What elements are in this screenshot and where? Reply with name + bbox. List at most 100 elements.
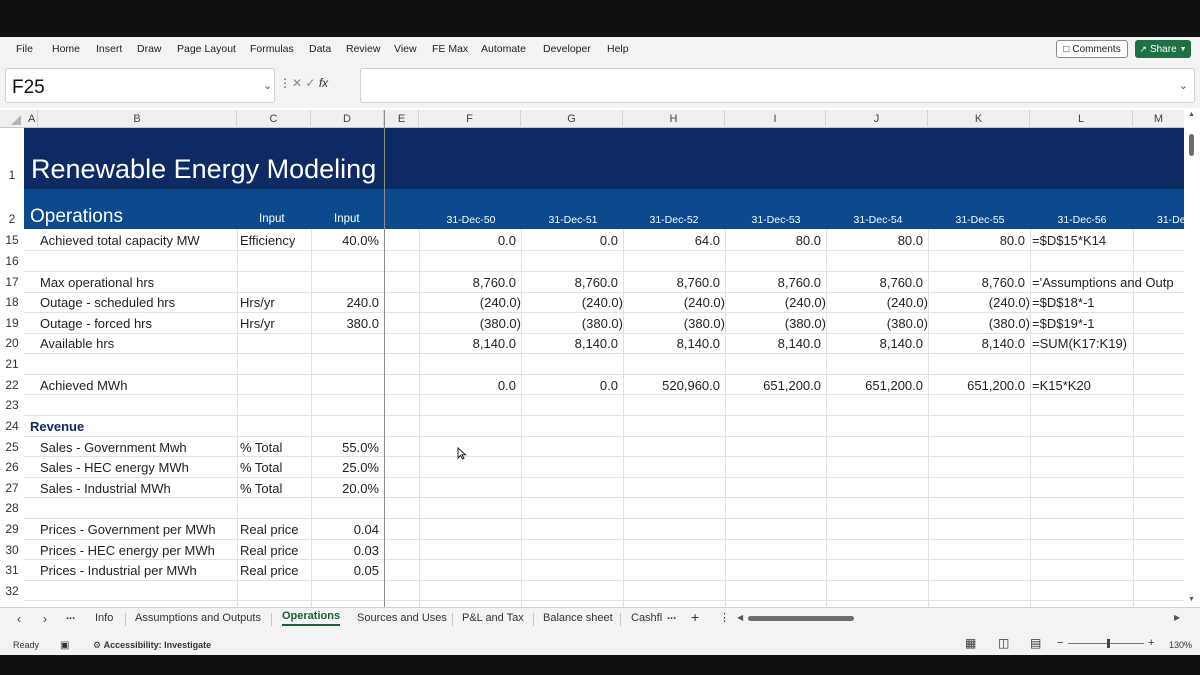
accessibility-status[interactable]: ⚙ Accessibility: Investigate [93,640,211,651]
row-header[interactable]: 28 [0,501,24,515]
row-unit[interactable]: Efficiency [240,233,295,248]
column-header-m[interactable]: M [1133,110,1184,128]
column-header-e[interactable]: E [385,110,419,128]
value-cell[interactable]: 8,140.0 [826,336,923,351]
row-header[interactable]: 17 [0,275,24,289]
value-cell[interactable]: 651,200.0 [725,378,821,393]
row-label[interactable]: Prices - HEC energy per MWh [40,543,215,558]
value-cell[interactable]: (240.0) [419,295,521,310]
row-header[interactable]: 24 [0,419,24,433]
row-header[interactable]: 22 [0,378,24,392]
tab-operations[interactable]: Operations [282,610,341,626]
formula-input[interactable]: ⌄ [360,68,1195,103]
value-cell[interactable]: 0.0 [419,233,516,248]
value-cell[interactable]: 8,760.0 [725,275,821,290]
selected-cell-f25[interactable] [419,436,521,457]
row-header[interactable]: 30 [0,543,24,557]
vertical-scrollbar[interactable]: ▲ ▼ [1184,110,1200,607]
row-label[interactable]: Max operational hrs [40,275,154,290]
value-cell[interactable]: (240.0) [521,295,623,310]
value-cell[interactable]: 8,760.0 [419,275,516,290]
row-label[interactable]: Achieved total capacity MW [40,233,200,248]
row-header[interactable]: 21 [0,357,24,371]
menu-developer[interactable]: Developer [543,43,591,55]
row-header[interactable]: 31 [0,563,24,577]
row-label[interactable]: Outage - scheduled hrs [40,295,175,310]
value-cell[interactable]: 651,200.0 [826,378,923,393]
hscroll-left-icon[interactable]: ◀ [737,613,743,622]
tab-overflow-right[interactable]: ... [667,610,676,622]
value-cell[interactable]: 64.0 [623,233,720,248]
tab-pl-and-tax[interactable]: P&L and Tax [462,612,524,624]
enter-icon[interactable]: ✓ [305,76,315,90]
value-cell[interactable]: 8,140.0 [521,336,618,351]
zoom-in-button[interactable]: + [1148,637,1154,649]
tab-scroll-right-icon[interactable]: › [43,612,47,626]
value-cell[interactable]: 80.0 [928,233,1025,248]
menu-help[interactable]: Help [607,43,629,55]
formula-cell[interactable]: =$D$15*K14 [1032,233,1106,248]
revenue-heading[interactable]: Revenue [30,419,84,434]
select-all-corner[interactable] [0,110,24,128]
cancel-icon[interactable]: ✕ [292,76,302,90]
tab-scroll-left-icon[interactable]: ‹ [17,612,21,626]
value-cell[interactable]: 0.0 [521,378,618,393]
menu-home[interactable]: Home [52,43,80,55]
column-header-b[interactable]: B [38,110,237,128]
zoom-level[interactable]: 130% [1169,640,1192,650]
chevron-down-icon[interactable]: ⌄ [263,79,272,92]
value-cell[interactable]: 8,760.0 [623,275,720,290]
value-cell[interactable]: (380.0) [623,316,725,331]
more-options-icon[interactable]: ⋮ [719,611,730,624]
row-input[interactable]: 55.0% [311,440,379,455]
row-header[interactable]: 27 [0,481,24,495]
formula-cell[interactable]: ='Assumptions and Outp [1032,275,1184,290]
row-unit[interactable]: Real price [240,563,299,578]
value-cell[interactable]: (380.0) [725,316,826,331]
row-header[interactable]: 25 [0,440,24,454]
row-unit[interactable]: Real price [240,543,299,558]
formula-cell[interactable]: =K15*K20 [1032,378,1091,393]
value-cell[interactable]: 0.0 [419,378,516,393]
row-unit[interactable]: Real price [240,522,299,537]
row-unit[interactable]: % Total [240,440,282,455]
row-input[interactable]: 20.0% [311,481,379,496]
column-header-d[interactable]: D [311,110,384,128]
zoom-out-button[interactable]: − [1057,637,1063,649]
menu-insert[interactable]: Insert [96,43,122,55]
zoom-slider[interactable] [1068,643,1144,644]
macro-record-icon[interactable]: ▣ [60,640,69,651]
vertical-scroll-thumb[interactable] [1189,134,1194,156]
row-label[interactable]: Sales - Industrial MWh [40,481,171,496]
value-cell[interactable]: 8,140.0 [725,336,821,351]
row-header[interactable]: 1 [0,168,24,182]
value-cell[interactable]: (240.0) [826,295,928,310]
row-input[interactable]: 0.03 [311,543,379,558]
menu-fe-max[interactable]: FE Max [432,43,468,55]
row-header[interactable]: 16 [0,254,24,268]
expand-formula-icon[interactable]: ⌄ [1179,79,1188,92]
share-button[interactable]: ↗ Share ▼ [1135,40,1191,58]
comments-button[interactable]: □ Comments [1056,40,1128,58]
menu-data[interactable]: Data [309,43,331,55]
column-header-j[interactable]: J [826,110,928,128]
row-header[interactable]: 26 [0,460,24,474]
value-cell[interactable]: 8,140.0 [928,336,1025,351]
value-cell[interactable]: 8,760.0 [826,275,923,290]
value-cell[interactable]: 8,760.0 [928,275,1025,290]
value-cell[interactable]: 8,140.0 [419,336,516,351]
row-input[interactable]: 25.0% [311,460,379,475]
row-header[interactable]: 19 [0,316,24,330]
value-cell[interactable]: 80.0 [725,233,821,248]
zoom-slider-knob[interactable] [1107,639,1110,648]
page-layout-view-icon[interactable]: ◫ [998,636,1009,650]
tab-info[interactable]: Info [95,612,113,624]
column-header-l[interactable]: L [1030,110,1133,128]
formula-cell[interactable]: =$D$19*-1 [1032,316,1095,331]
row-input[interactable]: 0.05 [311,563,379,578]
row-header[interactable]: 20 [0,336,24,350]
menu-file[interactable]: File [16,43,33,55]
column-header-i[interactable]: I [725,110,826,128]
row-header[interactable]: 32 [0,584,24,598]
menu-automate[interactable]: Automate [481,43,526,55]
